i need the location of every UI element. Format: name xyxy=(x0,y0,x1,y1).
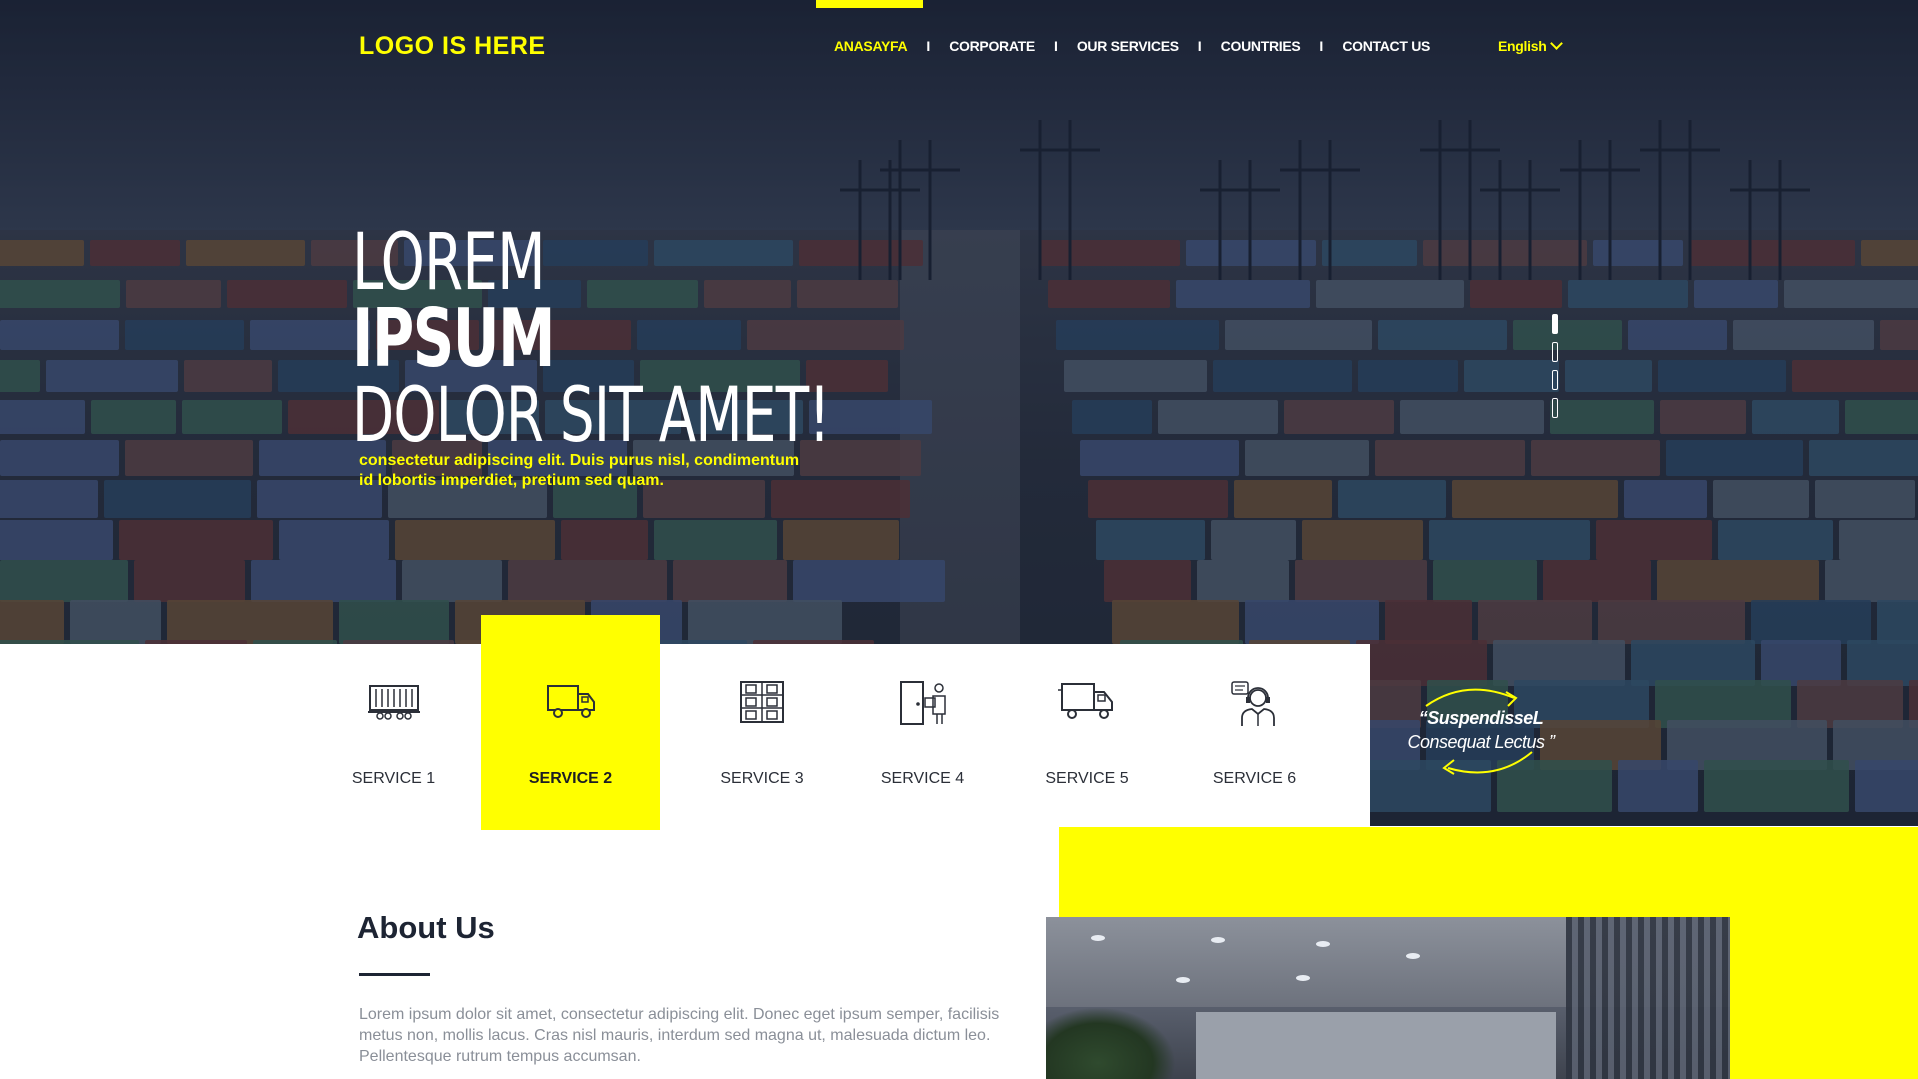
nav-item-our-services[interactable]: OUR SERVICES xyxy=(1077,38,1179,54)
ceiling-light xyxy=(1211,937,1225,943)
ceiling-light xyxy=(1091,935,1105,941)
ceiling-light xyxy=(1176,977,1190,983)
quote-line-1: “SuspendisseL xyxy=(1418,708,1544,728)
active-nav-indicator xyxy=(816,0,923,8)
service-label: SERVICE 1 xyxy=(351,770,436,787)
logo[interactable]: LOGO IS HERE xyxy=(359,32,546,61)
services-bar: SERVICE 1 SERVICE 2 SERVICE 3 SERVICE 4 … xyxy=(0,615,1370,830)
nav-separator: I xyxy=(1197,38,1202,54)
about-text: Lorem ipsum dolor sit amet, consectetur … xyxy=(359,1006,1000,1065)
circular-arrows-icon xyxy=(1425,688,1533,775)
title-underline xyxy=(359,973,430,976)
service-label: SERVICE 6 xyxy=(1212,770,1297,787)
nav-item-corporate[interactable]: CORPORATE xyxy=(949,38,1035,54)
delivery-truck-icon xyxy=(1058,683,1113,719)
slider-dot-4[interactable] xyxy=(1552,398,1558,418)
nav-separator: I xyxy=(1053,38,1058,54)
warehouse-shelves-icon xyxy=(740,681,784,723)
ceiling-light xyxy=(1316,941,1330,947)
service-item-6[interactable]: SERVICE 6 xyxy=(1203,644,1306,827)
truck-icon xyxy=(546,685,595,718)
service-item-4[interactable]: SERVICE 4 xyxy=(869,644,976,827)
slider-dot-2[interactable] xyxy=(1552,342,1558,362)
service-item-2[interactable]: SERVICE 2 xyxy=(481,615,660,830)
railcar-icon xyxy=(367,685,420,720)
office-glass-partition xyxy=(1566,917,1730,1079)
service-label: SERVICE 4 xyxy=(880,770,965,787)
nav-item-countries[interactable]: COUNTRIES xyxy=(1221,38,1301,54)
service-item-5[interactable]: SERVICE 5 xyxy=(1033,644,1141,827)
slider-dot-3[interactable] xyxy=(1552,370,1558,390)
office-plant xyxy=(1046,1007,1176,1079)
about-title: About Us xyxy=(357,910,495,945)
slider-dot-1[interactable] xyxy=(1552,314,1558,334)
service-label: SERVICE 2 xyxy=(528,770,613,787)
nav-separator: I xyxy=(1319,38,1324,54)
support-agent-icon xyxy=(1230,681,1275,726)
hero-subtitle: consectetur adipiscing elit. Duis purus … xyxy=(359,452,800,489)
ceiling-light xyxy=(1406,953,1420,959)
nav-separator: I xyxy=(926,38,931,54)
slider-pagination xyxy=(1552,314,1558,426)
nav-item-anasayfa[interactable]: ANASAYFA xyxy=(834,38,908,54)
service-item-1[interactable]: SERVICE 1 xyxy=(343,644,444,827)
service-item-3[interactable]: SERVICE 3 xyxy=(705,644,819,827)
language-label: English xyxy=(1498,38,1547,54)
chevron-down-icon xyxy=(1550,37,1564,50)
office-photo xyxy=(1046,917,1730,1079)
nav-item-contact-us[interactable]: CONTACT US xyxy=(1342,38,1430,54)
delivery-door-icon xyxy=(899,681,946,725)
service-label: SERVICE 5 xyxy=(1045,770,1129,787)
ceiling-light xyxy=(1296,975,1310,981)
service-label: SERVICE 3 xyxy=(720,770,804,787)
quote-badge: “SuspendisseL Consequat Lectus ” xyxy=(1396,680,1566,780)
main-nav: ANASAYFA I CORPORATE I OUR SERVICES I CO… xyxy=(834,38,1430,54)
hero-title-line-3: DOLOR SIT AMET! xyxy=(352,370,830,459)
office-wall xyxy=(1196,1012,1556,1079)
quote-line-2: Consequat Lectus ” xyxy=(1407,732,1555,752)
language-selector[interactable]: English xyxy=(1498,37,1564,54)
